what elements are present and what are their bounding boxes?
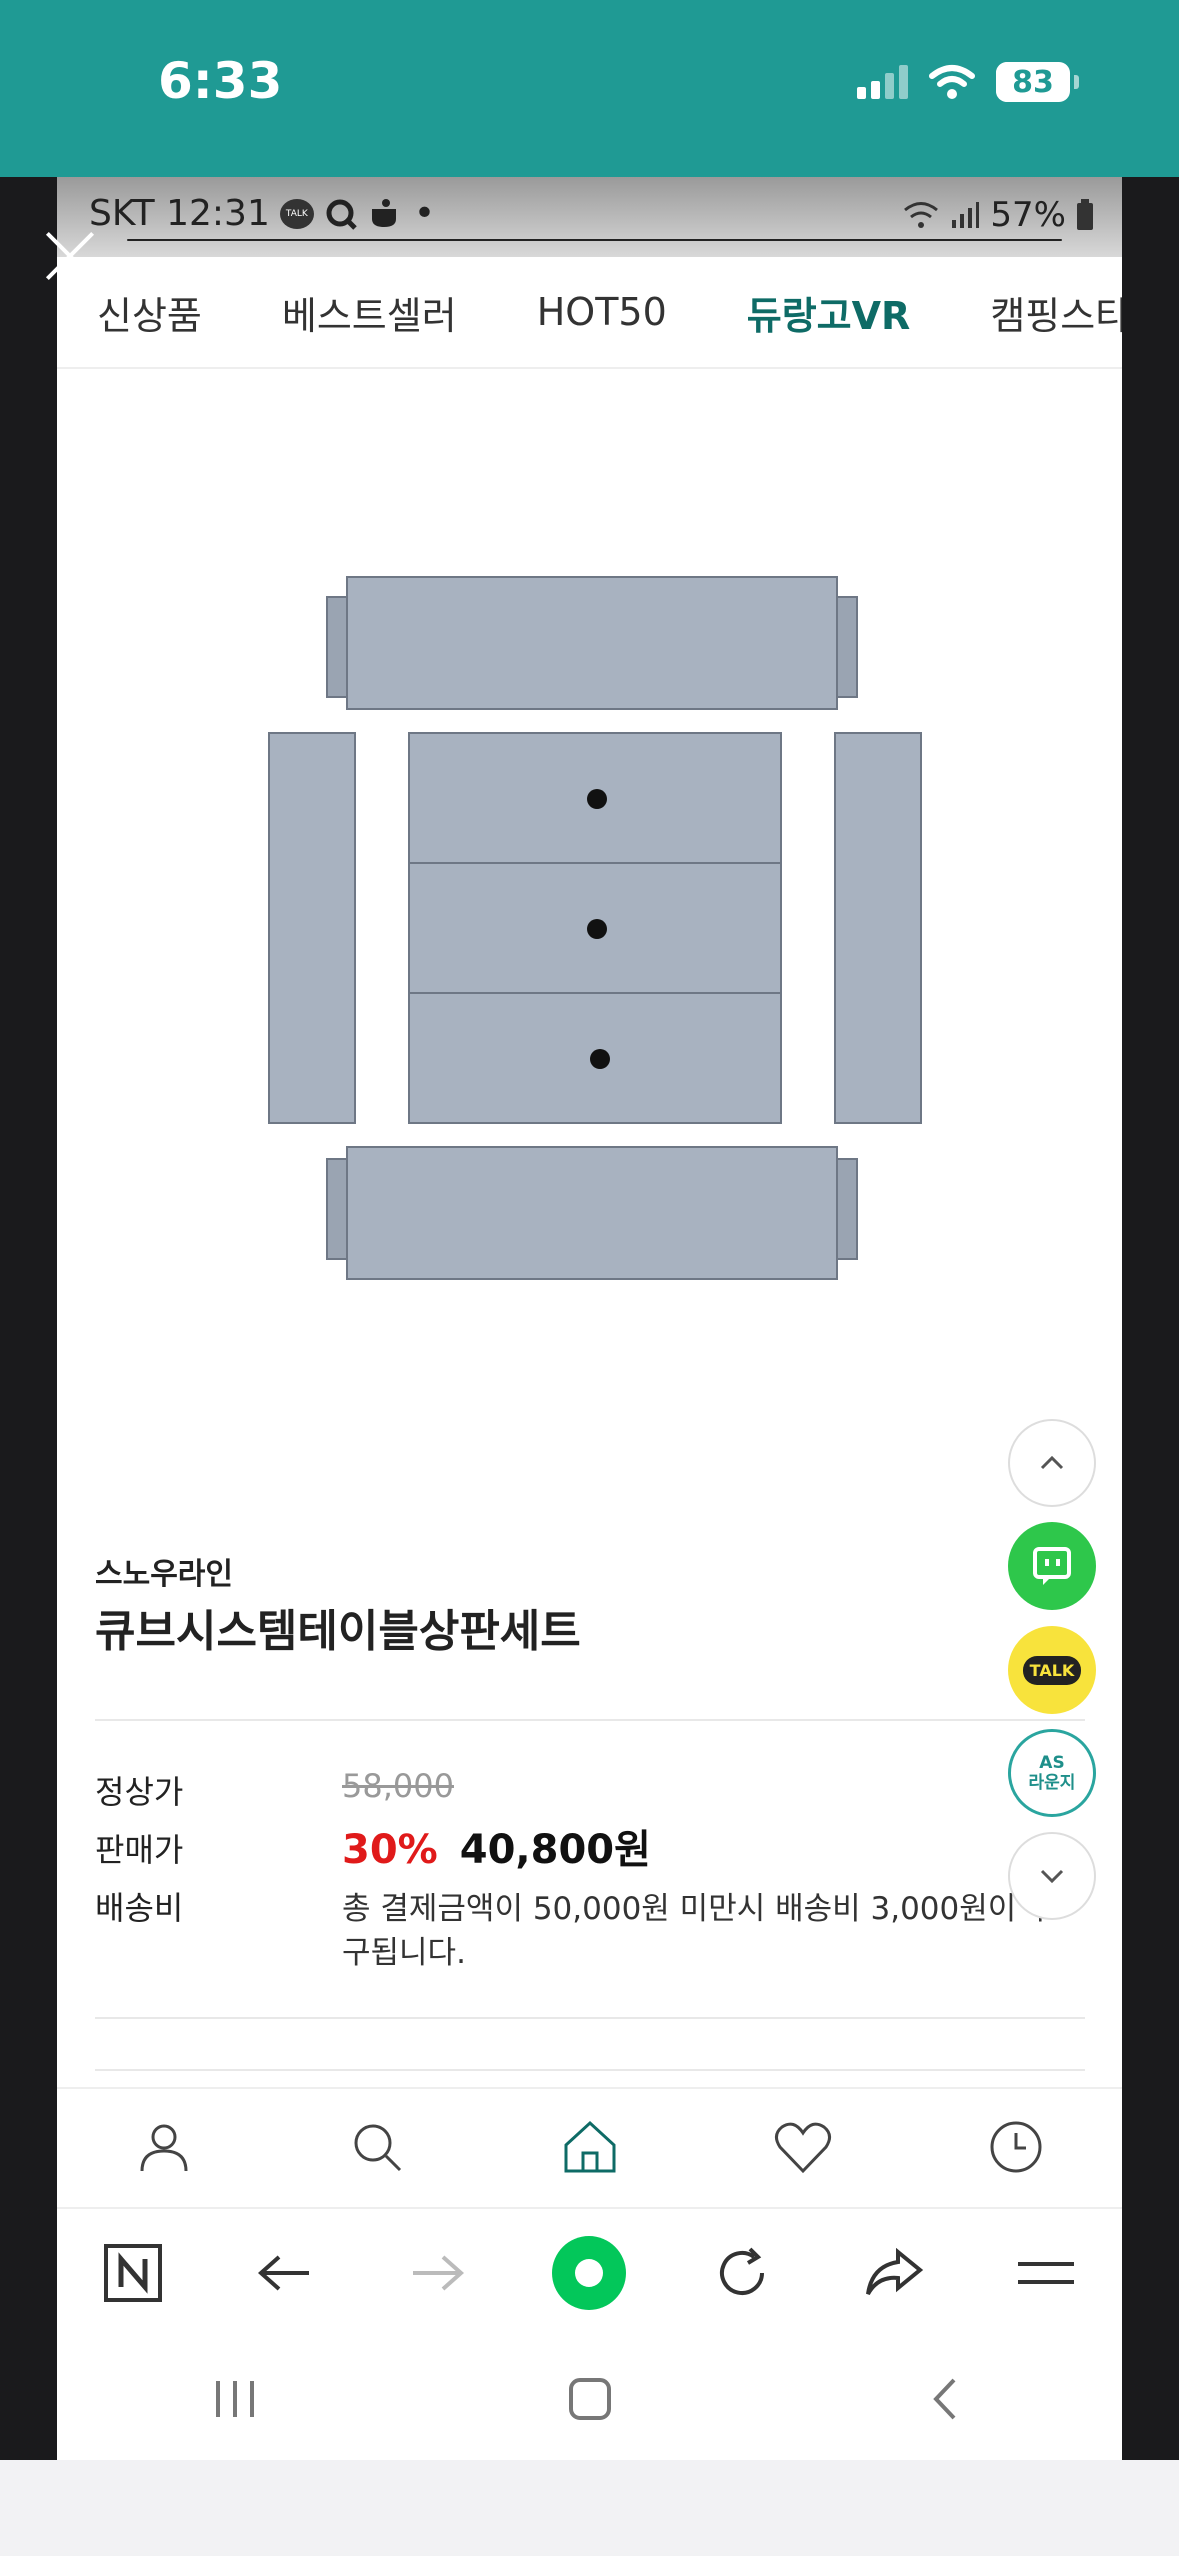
shipping-text: 총 결제금액이 50,000원 미만시 배송비 3,000원이 부 <box>342 1891 1055 1927</box>
search-icon[interactable] <box>337 2107 417 2187</box>
cellular-signal-icon <box>857 65 908 99</box>
kakaotalk-notification-icon: TALK <box>279 198 314 229</box>
tab-bestseller[interactable]: 베스트셀러 <box>242 285 497 340</box>
bottom-board <box>326 1146 858 1280</box>
ios-status-bar: 6:33 83 <box>0 0 1179 177</box>
heart-icon[interactable] <box>763 2107 843 2187</box>
info-divider-3 <box>95 2069 1085 2071</box>
dot-icon: • <box>413 193 436 234</box>
share-icon[interactable] <box>854 2233 934 2313</box>
product-image <box>57 377 1122 1517</box>
clock-icon[interactable] <box>976 2107 1056 2187</box>
regular-price: 58,000 <box>342 1767 454 1805</box>
user-icon[interactable] <box>124 2107 204 2187</box>
top-board <box>326 576 858 710</box>
chevron-up-icon <box>1040 1455 1064 1470</box>
home-icon[interactable] <box>550 2107 630 2187</box>
bottom-strip <box>0 2460 1179 2556</box>
ios-status-icons: 83 <box>857 62 1079 102</box>
battery-cap <box>1074 75 1079 89</box>
chevron-down-icon <box>1040 1869 1064 1884</box>
sale-price: 40,800원 <box>459 1827 651 1873</box>
cup-notification-icon <box>371 198 396 227</box>
scroll-down-button[interactable] <box>1008 1832 1096 1920</box>
sale-price-row: 30% 40,800원 <box>342 1817 651 1875</box>
android-status-left: SKT 12:31 TALK • <box>89 193 435 234</box>
info-divider-2 <box>95 2017 1085 2019</box>
tab-new-products[interactable]: 신상품 <box>57 285 242 340</box>
as-lounge-button[interactable]: AS 라운지 <box>1008 1729 1096 1817</box>
q-notification-icon <box>326 199 357 230</box>
talk-icon: TALK <box>1022 1655 1082 1685</box>
category-tabs: 신상품 베스트셀러 HOT50 듀랑고VR 캠핑스타일 <box>57 257 1122 369</box>
refresh-icon[interactable] <box>702 2233 782 2313</box>
wifi-icon <box>929 65 975 99</box>
android-signal-icon <box>952 202 980 228</box>
back-chevron-icon[interactable] <box>905 2359 985 2439</box>
discount-rate: 30% <box>342 1827 438 1873</box>
captured-phone-screen: SKT 12:31 TALK • 57% 신상품 베스트셀러 HOT50 듀랑고… <box>57 177 1122 2460</box>
sale-price-label: 판매가 <box>95 1831 184 1869</box>
recent-apps-icon[interactable] <box>195 2359 275 2439</box>
site-bottom-nav <box>57 2087 1122 2205</box>
tab-hot50[interactable]: HOT50 <box>497 290 707 334</box>
android-wifi-icon <box>904 202 939 228</box>
android-status-bar: SKT 12:31 TALK • 57% <box>57 177 1122 257</box>
naver-green-dot-icon[interactable] <box>549 2233 629 2313</box>
android-nav-bar <box>57 2337 1122 2460</box>
battery-icon: 83 <box>996 62 1070 102</box>
shipping-label: 배송비 <box>95 1889 184 1927</box>
android-status-right: 57% <box>902 195 1094 235</box>
ios-clock: 6:33 <box>158 52 283 110</box>
shipping-text-2: 구됩니다. <box>342 1935 466 1971</box>
status-underline <box>127 239 1062 241</box>
kakao-talk-button[interactable]: TALK <box>1008 1626 1096 1714</box>
chat-bubble-icon <box>1033 1547 1071 1585</box>
scroll-up-button[interactable] <box>1008 1419 1096 1507</box>
tab-camping-style[interactable]: 캠핑스타일 <box>950 285 1122 340</box>
left-board <box>268 732 356 1124</box>
right-board <box>834 732 922 1124</box>
battery-level: 83 <box>1012 64 1054 100</box>
regular-price-label: 정상가 <box>95 1773 184 1811</box>
home-square-icon[interactable] <box>550 2359 630 2439</box>
naver-n-icon[interactable] <box>93 2233 173 2313</box>
tab-durango-vr[interactable]: 듀랑고VR <box>707 285 951 340</box>
android-battery-pct: 57% <box>990 195 1066 235</box>
close-icon[interactable] <box>42 228 98 284</box>
menu-icon[interactable] <box>1006 2233 1086 2313</box>
product-name: 큐브시스템테이블상판세트 <box>95 1606 581 1657</box>
chat-button[interactable] <box>1008 1522 1096 1610</box>
browser-toolbar <box>57 2207 1122 2337</box>
product-brand[interactable]: 스노우라인 <box>95 1549 233 1593</box>
info-divider <box>95 1719 1085 1721</box>
as-label: AS <box>1039 1753 1065 1773</box>
android-battery-icon <box>1077 199 1093 230</box>
android-carrier-time: SKT 12:31 <box>89 193 270 234</box>
forward-arrow-icon[interactable] <box>397 2233 477 2313</box>
back-arrow-icon[interactable] <box>245 2233 325 2313</box>
lounge-label: 라운지 <box>1028 1773 1076 1793</box>
